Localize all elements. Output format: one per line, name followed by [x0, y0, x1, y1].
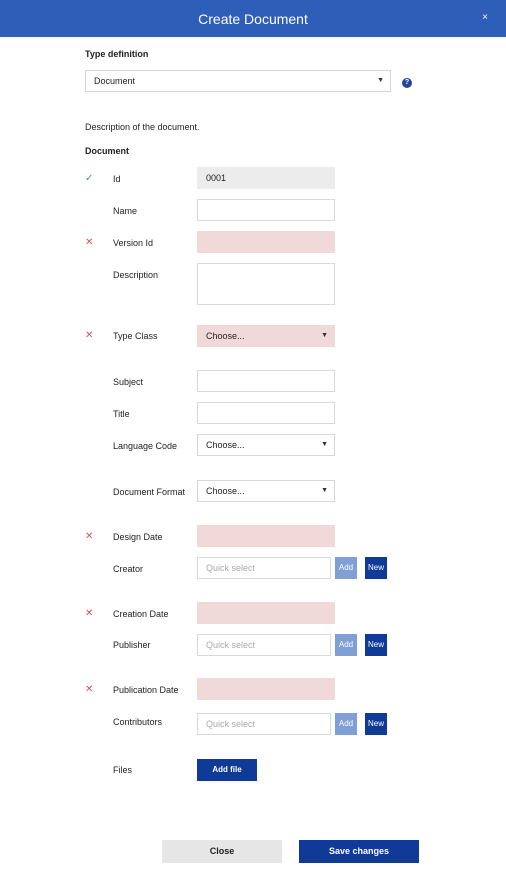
id-field: 0001	[197, 167, 335, 189]
document-format-select[interactable]: Choose... ▼	[197, 480, 335, 502]
add-file-button[interactable]: Add file	[197, 759, 257, 781]
chevron-down-icon: ▼	[377, 77, 384, 84]
contributors-label: Contributors	[113, 717, 163, 727]
name-label: Name	[113, 206, 138, 216]
files-label: Files	[113, 765, 133, 775]
error-icon: ✕	[85, 237, 94, 248]
design-date-label: Design Date	[113, 532, 163, 542]
document-description-text: Description of the document.	[85, 122, 200, 132]
type-class-label: Type Class	[113, 331, 158, 341]
error-icon: ✕	[85, 330, 94, 341]
chevron-down-icon: ▼	[321, 487, 328, 494]
creator-new-button[interactable]: New	[365, 557, 387, 579]
document-format-label: Document Format	[113, 487, 186, 497]
design-date-field[interactable]	[197, 525, 335, 547]
error-icon: ✕	[85, 684, 94, 695]
chevron-down-icon: ▼	[321, 441, 328, 448]
publisher-add-button[interactable]: Add	[335, 634, 357, 656]
chevron-down-icon: ▼	[321, 332, 328, 339]
title-label: Title	[113, 409, 130, 419]
description-field[interactable]	[197, 263, 335, 305]
publication-date-field[interactable]	[197, 678, 335, 700]
help-icon[interactable]: ?	[402, 78, 412, 88]
subject-field[interactable]	[197, 370, 335, 392]
title-field[interactable]	[197, 402, 335, 424]
dialog-header: Create Document ×	[0, 0, 506, 37]
creator-add-button[interactable]: Add	[335, 557, 357, 579]
type-class-select[interactable]: Choose... ▼	[197, 325, 335, 347]
publisher-label: Publisher	[113, 640, 151, 650]
type-definition-select[interactable]: Document ▼	[85, 70, 391, 92]
language-code-label: Language Code	[113, 441, 178, 451]
close-icon[interactable]: ×	[482, 13, 488, 23]
contributors-quick-select[interactable]: Quick select	[197, 713, 331, 735]
creator-label: Creator	[113, 564, 144, 574]
name-field[interactable]	[197, 199, 335, 221]
type-class-value: Choose...	[206, 331, 245, 341]
document-format-value: Choose...	[206, 486, 245, 496]
contributors-new-button[interactable]: New	[365, 713, 387, 735]
error-icon: ✕	[85, 608, 94, 619]
description-label: Description	[113, 270, 159, 280]
language-code-value: Choose...	[206, 440, 245, 450]
section-title: Document	[85, 146, 130, 156]
version-id-label: Version Id	[113, 238, 154, 248]
check-icon: ✓	[85, 173, 94, 184]
id-label: Id	[113, 174, 121, 184]
error-icon: ✕	[85, 531, 94, 542]
creation-date-label: Creation Date	[113, 609, 169, 619]
contributors-add-button[interactable]: Add	[335, 713, 357, 735]
publisher-new-button[interactable]: New	[365, 634, 387, 656]
subject-label: Subject	[113, 377, 144, 387]
language-code-select[interactable]: Choose... ▼	[197, 434, 335, 456]
version-id-field[interactable]	[197, 231, 335, 253]
save-changes-button[interactable]: Save changes	[299, 840, 419, 863]
publication-date-label: Publication Date	[113, 685, 179, 695]
close-button[interactable]: Close	[162, 840, 282, 863]
creation-date-field[interactable]	[197, 602, 335, 624]
publisher-quick-select[interactable]: Quick select	[197, 634, 331, 656]
creator-quick-select[interactable]: Quick select	[197, 557, 331, 579]
type-definition-label: Type definition	[85, 49, 149, 59]
type-definition-value: Document	[94, 76, 136, 86]
dialog-title: Create Document	[198, 11, 308, 27]
